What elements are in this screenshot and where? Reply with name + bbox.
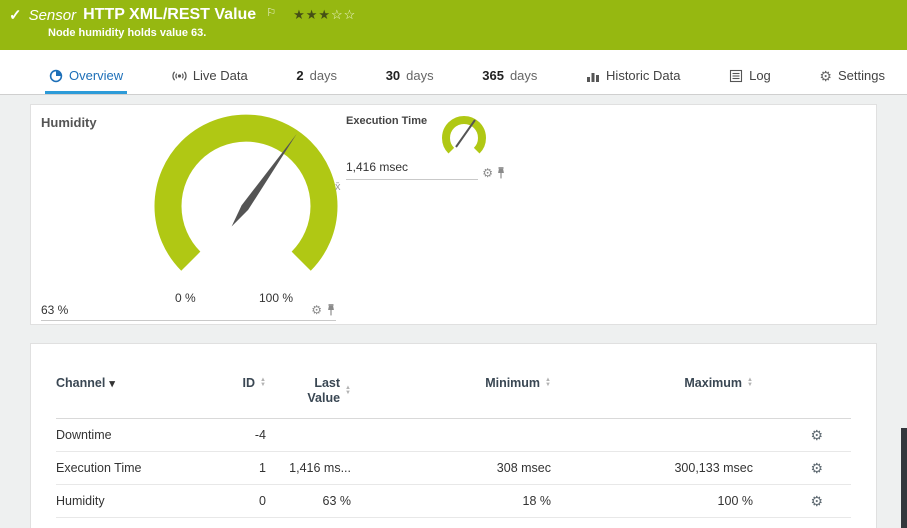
tab-historic-data-label: Historic Data [606,68,680,83]
tab-2-days-number: 2 [296,68,303,83]
channel-settings-icon[interactable]: ⚙ [810,427,823,443]
tab-30-days-label: days [406,68,433,83]
tab-historic-data[interactable]: Historic Data [582,60,684,94]
average-marker-icon: x̄ [335,181,341,193]
channel-maximum: 100 % [551,494,753,508]
tab-live-data-label: Live Data [193,68,248,83]
tab-365-days-number: 365 [482,68,504,83]
flag-icon[interactable]: ⚐ [266,6,276,19]
execution-widget-gear-icon[interactable]: ⚙ [482,167,493,179]
humidity-gauge: 0 % 100 % x̄ [131,111,361,311]
execution-time-value: 1,416 msec [346,160,408,174]
channel-id: 0 [206,494,266,508]
column-header-last-value[interactable]: Last Value ▲▼ [266,376,351,406]
settings-gear-icon: ⚙ [819,69,832,83]
sensor-kind-label: Sensor [29,7,77,24]
priority-stars[interactable]: ★★★☆☆ [293,7,356,23]
gauges-panel: Humidity 0 % 100 % x̄ 63 % ⚙ Execution T… [30,104,877,325]
stars-filled: ★★★ [293,7,331,22]
channel-last-value: 63 % [266,494,351,508]
tab-log-label: Log [749,68,771,83]
humidity-gauge-footer: 63 % ⚙ [41,303,336,321]
bar-chart-icon [586,69,600,83]
tab-2-days[interactable]: 2 days [292,60,341,94]
tab-overview[interactable]: Overview [45,60,127,94]
tab-365-days[interactable]: 365 days [478,60,541,94]
humidity-gauge-arc [131,111,361,283]
sensor-header-banner: ✓ Sensor HTTP XML/REST Value ⚐ ★★★☆☆ Nod… [0,0,907,50]
overview-pie-icon [49,69,63,83]
tab-2-days-label: days [310,68,337,83]
table-row-downtime: Downtime -4 ⚙ [56,419,851,452]
channel-name: Humidity [56,494,206,508]
execution-time-mini-gauge [434,111,494,163]
status-ok-icon: ✓ [9,6,22,24]
channel-settings-icon[interactable]: ⚙ [810,460,823,476]
column-header-id[interactable]: ID ▲▼ [206,376,266,390]
scrollbar-thumb[interactable] [901,428,907,528]
column-header-minimum[interactable]: Minimum ▲▼ [351,376,551,390]
execution-time-widget: Execution Time 1,416 msec ⚙ [346,115,511,180]
tab-log[interactable]: Log [725,60,775,94]
tab-settings-label: Settings [838,68,885,83]
channel-id: -4 [206,428,266,442]
channel-id: 1 [206,461,266,475]
channel-minimum: 308 msec [351,461,551,475]
execution-widget-pin-icon[interactable] [496,166,506,180]
channel-sort-caret-icon: ▾ [109,377,115,390]
humidity-current-value: 63 % [41,303,68,317]
sensor-title: HTTP XML/REST Value [83,6,256,24]
tab-30-days[interactable]: 30 days [382,60,438,94]
channel-table-header: Channel ▾ ID ▲▼ Last Value ▲▼ Minimum ▲▼… [56,376,851,419]
tab-live-data[interactable]: Live Data [168,60,252,94]
channel-name: Execution Time [56,461,206,475]
channel-last-value: 1,416 ms... [266,461,351,475]
column-header-channel[interactable]: Channel ▾ [56,376,206,390]
column-header-maximum[interactable]: Maximum ▲▼ [551,376,753,390]
tab-30-days-number: 30 [386,68,400,83]
sort-icon: ▲▼ [747,378,753,388]
table-row-humidity: Humidity 0 63 % 18 % 100 % ⚙ [56,485,851,518]
humidity-widget-pin-icon[interactable] [326,303,336,317]
tab-overview-label: Overview [69,68,123,83]
sensor-overview-page: ✓ Sensor HTTP XML/REST Value ⚐ ★★★☆☆ Nod… [0,0,907,528]
tab-365-days-label: days [510,68,537,83]
humidity-gauge-title: Humidity [41,115,97,130]
channel-name: Downtime [56,428,206,442]
tab-settings[interactable]: ⚙ Settings [815,60,889,94]
table-row-execution-time: Execution Time 1 1,416 ms... 308 msec 30… [56,452,851,485]
humidity-widget-gear-icon[interactable]: ⚙ [311,304,322,316]
channel-settings-icon[interactable]: ⚙ [810,493,823,509]
sensor-status-message: Node humidity holds value 63. [0,27,907,39]
channels-panel: Channel ▾ ID ▲▼ Last Value ▲▼ Minimum ▲▼… [30,343,877,528]
channel-minimum: 18 % [351,494,551,508]
tab-bar: Overview Live Data 2 days 30 days 365 da… [0,50,907,95]
broadcast-icon [172,69,187,83]
channel-maximum: 300,133 msec [551,461,753,475]
stars-empty: ☆☆ [331,7,356,22]
log-list-icon [729,69,743,83]
